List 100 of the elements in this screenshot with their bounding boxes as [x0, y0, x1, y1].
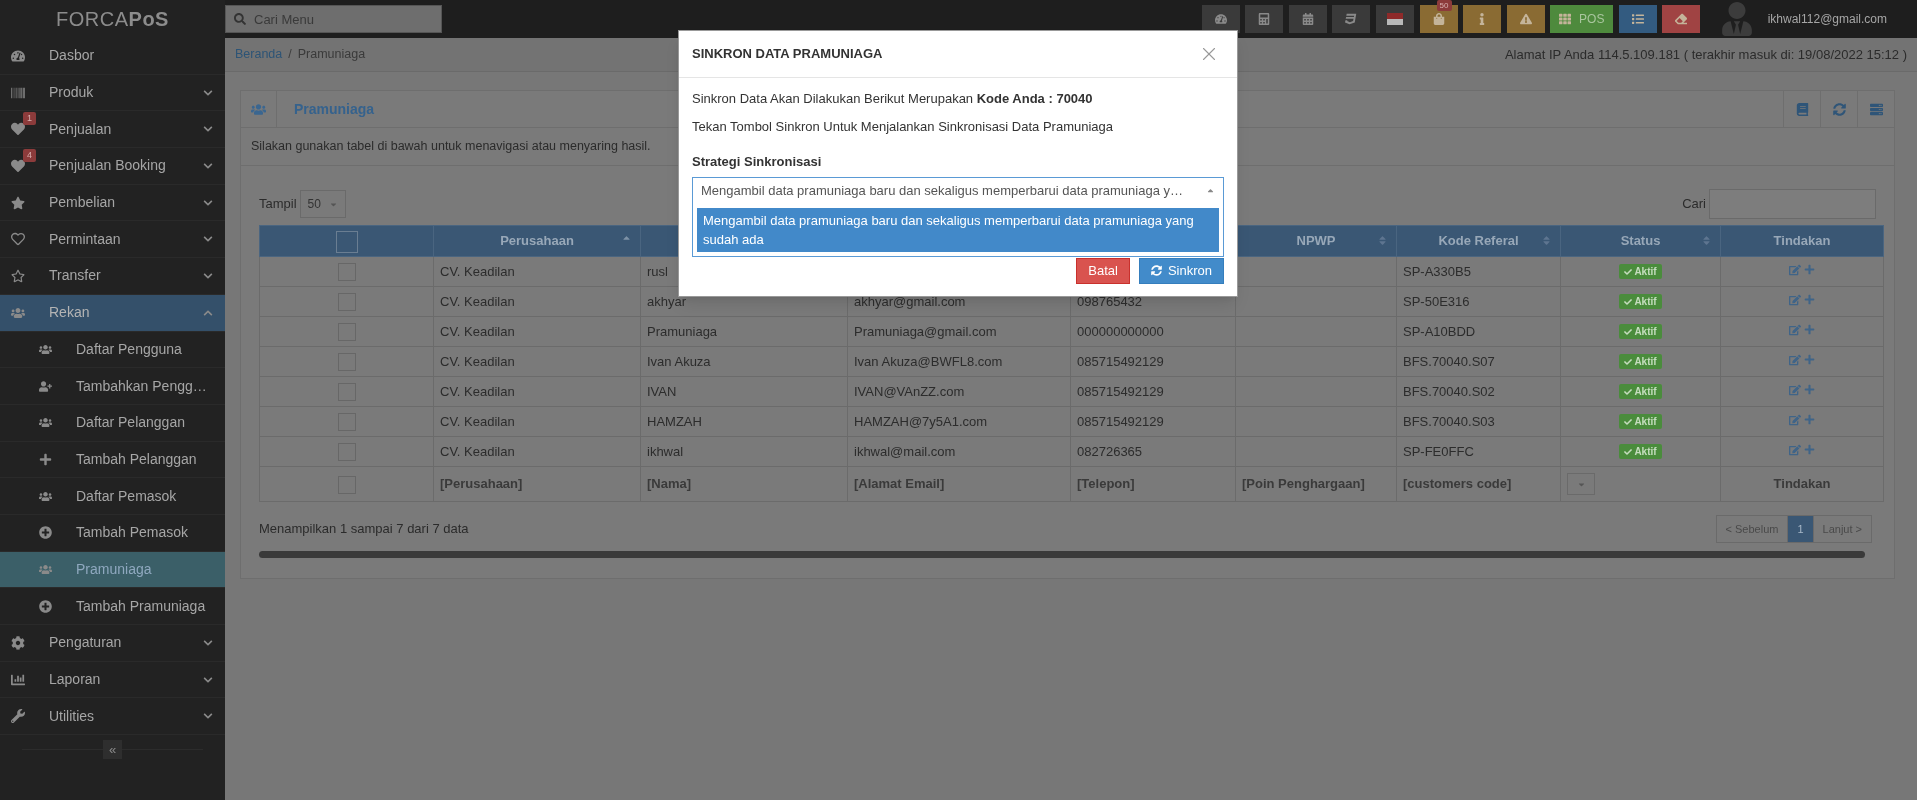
bag-icon — [1432, 13, 1445, 25]
filter-field[interactable]: [Nama] — [647, 476, 692, 492]
toolbar-button[interactable] — [1506, 5, 1545, 33]
plus-icon[interactable] — [1804, 264, 1815, 276]
submenu-item[interactable]: Daftar Pelanggan — [0, 404, 225, 442]
toolbar-button[interactable] — [1201, 5, 1240, 33]
table-cell: CV. Keadilan — [440, 443, 515, 459]
submenu-item[interactable]: Daftar Pengguna — [0, 331, 225, 369]
submenu-item[interactable]: Tambah Pelanggan — [0, 441, 225, 479]
table-cell: BFS.70040.S07 — [1403, 353, 1495, 369]
table-cell: CV. Keadilan — [440, 353, 515, 369]
filter-field[interactable]: [Telepon] — [1077, 476, 1135, 492]
table-cell: BFS.70040.S03 — [1403, 413, 1495, 429]
status-badge: Aktif — [1619, 414, 1662, 430]
edit-icon[interactable] — [1789, 263, 1801, 276]
toolbar-button[interactable]: POS — [1550, 5, 1614, 33]
plus-icon[interactable] — [1804, 414, 1815, 426]
plus-icon — [39, 452, 52, 466]
sidebar-item[interactable]: Transfer — [0, 258, 225, 295]
table-cell: CV. Keadilan — [440, 293, 515, 309]
edit-icon[interactable] — [1789, 353, 1801, 366]
sort-icon — [1377, 235, 1388, 246]
status-badge: Aktif — [1619, 264, 1662, 280]
heart-icon — [11, 232, 25, 247]
submenu-item[interactable]: Pramuniaga — [0, 551, 225, 589]
plus-icon[interactable] — [1804, 384, 1815, 396]
collapse-button[interactable]: « — [103, 740, 122, 760]
toolbar-button[interactable] — [1618, 5, 1657, 33]
users-icon — [39, 562, 52, 576]
submenu-item[interactable]: Daftar Pemasok — [0, 478, 225, 515]
filter-select[interactable] — [1567, 473, 1595, 495]
edit-icon[interactable] — [1789, 383, 1801, 396]
dropdown-option[interactable]: Mengambil data pramuniaga baru dan sekaligus memperbarui data pramuniaga yang sudah ada — [697, 207, 1219, 252]
sidebar-item[interactable]: Dasbor — [0, 38, 225, 75]
star-icon — [11, 195, 25, 210]
gauge-icon — [1214, 13, 1227, 25]
status-badge: Aktif — [1619, 384, 1662, 400]
filter-field[interactable]: [Perusahaan] — [440, 476, 523, 492]
filter-field[interactable]: [Alamat Email] — [854, 476, 945, 492]
warning-icon — [1519, 13, 1532, 25]
plus-icon[interactable] — [1804, 354, 1815, 366]
table-cell: IVAN — [647, 383, 677, 399]
breadcrumb-current: Pramuniaga — [297, 46, 366, 64]
cancel-button[interactable]: Batal — [1076, 257, 1130, 284]
count-badge: 50 — [1436, 0, 1452, 11]
flag-button[interactable] — [1375, 5, 1414, 33]
edit-icon[interactable] — [1789, 413, 1801, 426]
submenu-item[interactable]: Tambah Pramuniaga — [0, 588, 225, 625]
edit-icon[interactable] — [1789, 293, 1801, 306]
toolbar-button[interactable] — [1419, 5, 1458, 33]
sidebar-item[interactable]: Produk — [0, 74, 225, 112]
sidebar-item[interactable]: Penjualan Booking 4 — [0, 148, 225, 185]
sync-button[interactable]: Sinkron — [1138, 257, 1224, 284]
chevron-down-icon — [203, 674, 213, 685]
column-header[interactable]: Perusahaan — [433, 225, 641, 257]
table-cell: Ivan Akuza@BWFL8.com — [854, 353, 1003, 369]
submenu-item[interactable]: Tambah Pemasok — [0, 514, 225, 552]
submenu-item[interactable]: Tambahkan Pengg… — [0, 368, 225, 405]
length-select[interactable]: 50 — [299, 190, 346, 218]
plus-icon[interactable] — [1804, 444, 1815, 456]
edit-icon[interactable] — [1789, 443, 1801, 456]
table-cell: HAMZAH — [647, 413, 702, 429]
sidebar-item[interactable]: Pengaturan — [0, 625, 225, 662]
barcode-icon — [11, 85, 25, 100]
column-header[interactable]: NPWP — [1235, 225, 1397, 257]
plus-icon[interactable] — [1804, 294, 1815, 306]
user-plus-icon — [39, 379, 52, 393]
users-icon — [39, 342, 52, 356]
caret-icon — [1206, 186, 1215, 195]
count-badge: 1 — [23, 112, 36, 126]
star-icon — [11, 268, 25, 283]
table-cell: ikhwal@mail.com — [854, 443, 956, 459]
sidebar-item[interactable]: Penjualan 1 — [0, 111, 225, 149]
calendar-icon — [1301, 13, 1314, 25]
table-cell: rusl — [647, 263, 668, 279]
heart-icon — [11, 158, 25, 173]
sidebar-item[interactable]: Pembelian — [0, 184, 225, 222]
column-header[interactable]: Kode Referal — [1396, 225, 1561, 257]
row-checkbox[interactable] — [335, 230, 358, 253]
users-icon — [39, 489, 52, 503]
logo: FORCAPoS — [56, 7, 169, 32]
column-header[interactable]: Status — [1560, 225, 1721, 257]
column-header[interactable]: Tindakan — [1720, 225, 1884, 257]
toolbar-button[interactable] — [1463, 5, 1502, 33]
modal-text: Sinkron Data Akan Dilakukan Berikut Merupakan Kode Anda : 70040 — [692, 90, 1094, 108]
ip-info: Alamat IP Anda 114.5.109.181 ( terakhir masuk di: 19/08/2022 15:12 ) — [1504, 45, 1907, 64]
sidebar-item[interactable]: Permintaan — [0, 221, 225, 259]
sidebar-item[interactable]: Utilities — [0, 698, 225, 736]
plus-icon[interactable] — [1804, 324, 1815, 336]
toolbar-button[interactable] — [1662, 5, 1701, 33]
chevron-down-icon — [203, 270, 213, 281]
page-button[interactable]: 1 — [1787, 516, 1813, 542]
list-icon — [1631, 13, 1644, 25]
edit-icon[interactable] — [1789, 323, 1801, 336]
book-icon — [1795, 102, 1809, 116]
users-icon — [251, 101, 266, 117]
sidebar-item[interactable]: Laporan — [0, 661, 225, 699]
sidebar-item[interactable]: Rekan — [0, 294, 225, 332]
sort-icon — [1701, 235, 1712, 246]
table-cell: SP-A330B5 — [1403, 263, 1471, 279]
